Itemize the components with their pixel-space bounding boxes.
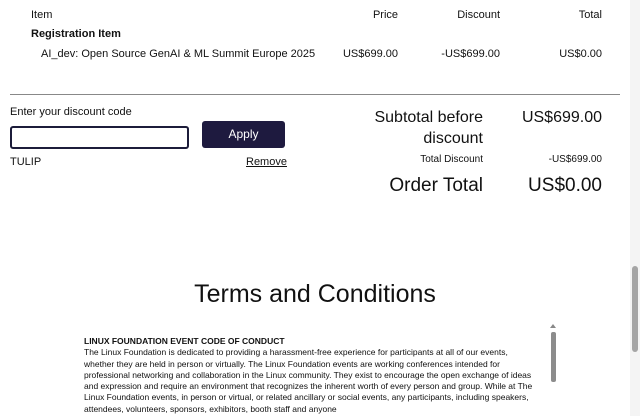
order-total-value: US$0.00: [528, 175, 602, 196]
discount-label: Enter your discount code: [10, 106, 132, 118]
terms-scrollbar[interactable]: [549, 324, 558, 416]
header-discount: Discount: [457, 9, 500, 21]
section-title: Registration Item: [31, 28, 121, 40]
divider: [10, 94, 620, 95]
remove-discount-link[interactable]: Remove: [246, 156, 287, 168]
subtotal-label: Subtotal before discount: [374, 109, 483, 147]
page-scrollbar-thumb[interactable]: [632, 266, 638, 352]
subtotal-value: US$699.00: [521, 109, 602, 126]
terms-heading: LINUX FOUNDATION EVENT CODE OF CONDUCT: [84, 336, 285, 346]
header-item: Item: [31, 9, 53, 21]
table-row-discount: -US$699.00: [441, 48, 500, 60]
table-row-total: US$0.00: [559, 48, 602, 60]
terms-body: The Linux Foundation is dedicated to pro…: [84, 347, 533, 414]
applied-code: TULIP: [10, 156, 42, 168]
apply-button[interactable]: Apply: [202, 121, 285, 148]
scroll-up-arrow-icon[interactable]: [550, 324, 556, 328]
header-price: Price: [372, 9, 398, 21]
header-total: Total: [578, 9, 602, 21]
total-discount-value: -US$699.00: [548, 154, 602, 165]
table-row-item: AI_dev: Open Source GenAI & ML Summit Eu…: [41, 48, 316, 60]
table-row-price: US$699.00: [342, 48, 398, 60]
order-total-label: Order Total: [389, 175, 483, 196]
terms-content[interactable]: LINUX FOUNDATION EVENT CODE OF CONDUCT T…: [84, 336, 540, 416]
terms-title: Terms and Conditions: [194, 280, 436, 308]
terms-scrollbar-thumb[interactable]: [551, 332, 556, 382]
discount-code-input[interactable]: [10, 126, 189, 149]
page-scrollbar[interactable]: [630, 0, 640, 416]
total-discount-label: Total Discount: [420, 154, 483, 165]
